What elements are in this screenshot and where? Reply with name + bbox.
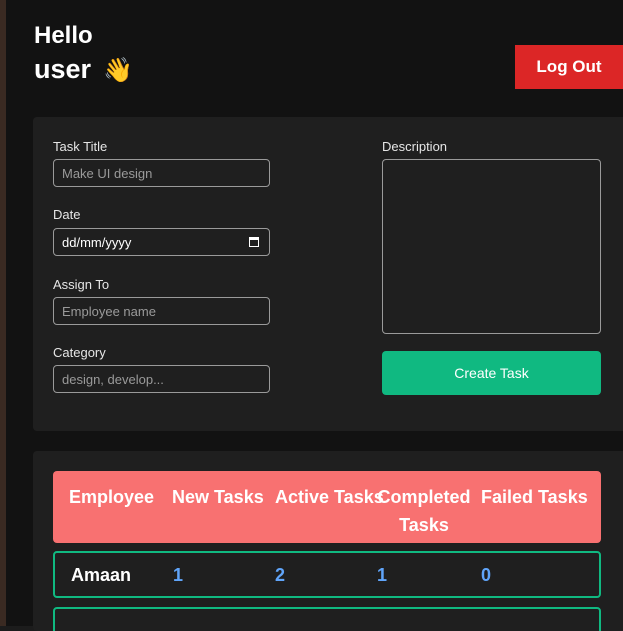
wave-icon: 👋 <box>103 56 133 84</box>
header-employee: Employee <box>69 487 155 507</box>
date-input[interactable]: dd/mm/yyyy <box>53 228 270 256</box>
task-title-placeholder: Make UI design <box>62 165 153 181</box>
create-task-form: Task Title Make UI design Date dd/mm/yyy… <box>33 117 623 431</box>
new-tasks-count: 1 <box>173 565 184 585</box>
category-label: Category <box>53 345 106 360</box>
table-row: Amaan 1 2 1 0 <box>53 551 601 598</box>
header-active-tasks: Active Tasks <box>275 487 384 507</box>
completed-tasks-count: 1 <box>377 565 388 585</box>
assign-to-input[interactable]: Employee name <box>53 297 270 325</box>
task-title-label: Task Title <box>53 139 108 154</box>
header-completed-tasks: Completed Tasks <box>377 487 471 535</box>
active-tasks-count: 2 <box>275 565 286 585</box>
description-textarea[interactable] <box>382 159 601 334</box>
task-title-input[interactable]: Make UI design <box>53 159 270 187</box>
date-placeholder: dd/mm/yyyy <box>62 234 132 250</box>
create-task-button[interactable]: Create Task <box>382 351 601 395</box>
failed-tasks-count: 0 <box>481 565 492 585</box>
greeting-text: Hello <box>34 22 93 49</box>
date-label: Date <box>53 207 81 222</box>
greeting-block: Hello user 👋 <box>34 22 133 86</box>
description-label: Description <box>382 139 448 154</box>
table-row-partial <box>53 607 601 631</box>
category-placeholder: design, develop... <box>62 371 164 387</box>
category-input[interactable]: design, develop... <box>53 365 270 393</box>
calendar-icon[interactable] <box>249 237 259 247</box>
assign-to-placeholder: Employee name <box>62 303 156 319</box>
logout-button[interactable]: Log Out <box>515 45 623 89</box>
employee-name: Amaan <box>71 565 132 585</box>
employee-task-table: Employee New Tasks Active Tasks Complete… <box>33 451 623 631</box>
username-text: user <box>34 53 92 84</box>
dashboard-page: Hello user 👋 Log Out Task Title Make UI d… <box>6 0 623 631</box>
assign-to-label: Assign To <box>53 277 110 292</box>
header-failed-tasks: Failed Tasks <box>481 487 588 507</box>
table-header: Employee New Tasks Active Tasks Complete… <box>53 471 601 543</box>
header-new-tasks: New Tasks <box>172 487 264 507</box>
